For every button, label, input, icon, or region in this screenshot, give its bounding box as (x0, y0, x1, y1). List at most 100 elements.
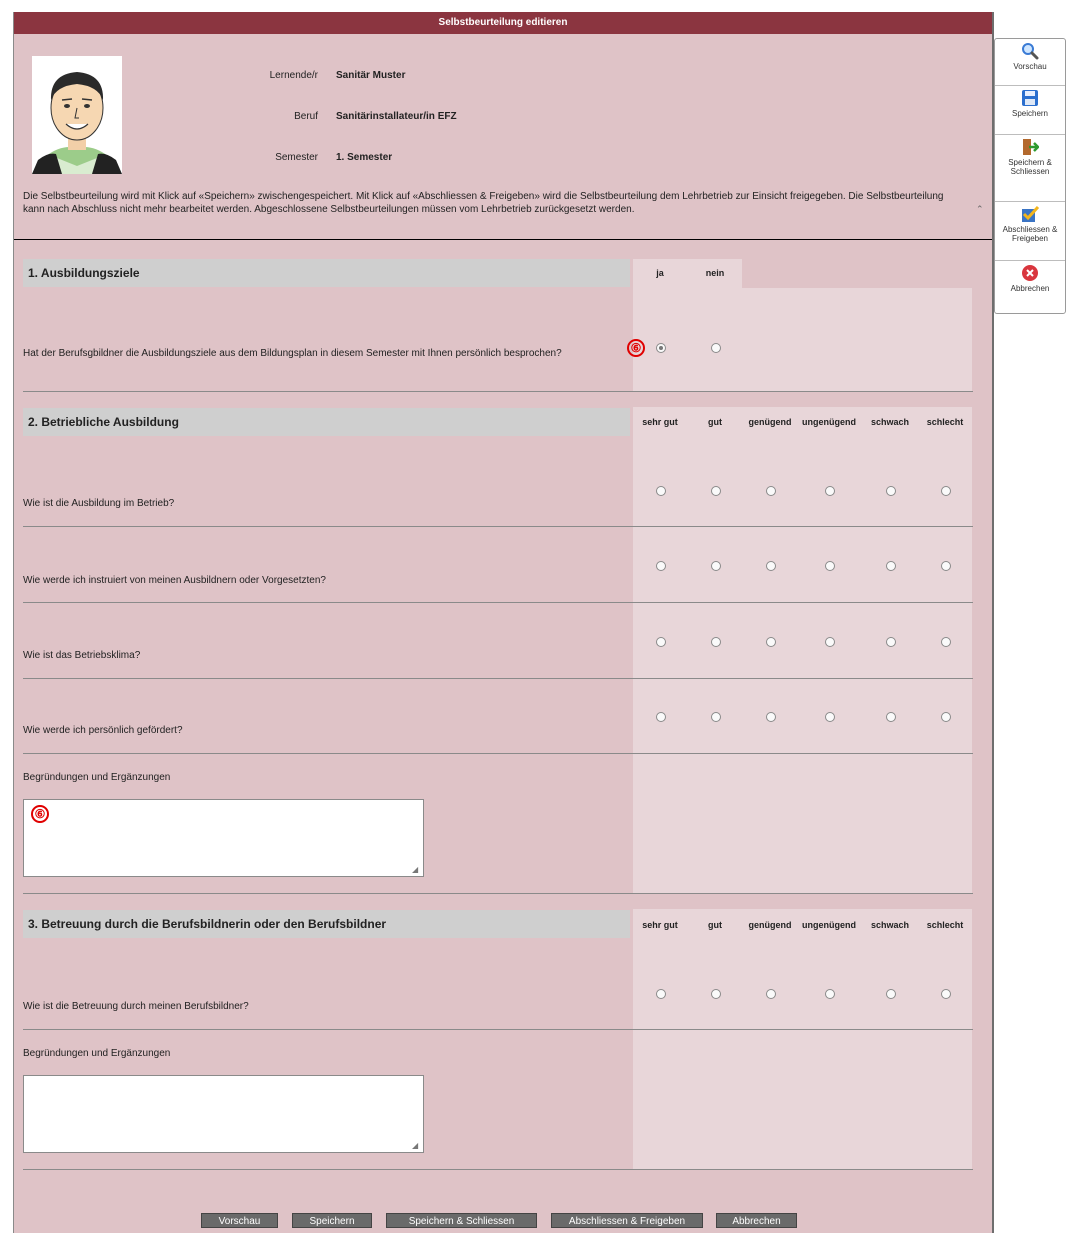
radio-gut[interactable] (711, 712, 721, 722)
learner-value: Sanitär Muster (336, 70, 406, 81)
radio-schwach[interactable] (886, 561, 896, 571)
radio-schlecht[interactable] (941, 989, 951, 999)
question-text: Wie ist die Betreuung durch meinen Beruf… (23, 1001, 249, 1012)
comment-textarea[interactable] (23, 1075, 424, 1153)
avatar (32, 56, 122, 174)
section-header-2: 2. Betriebliche Ausbildung (23, 408, 630, 436)
column-head: gut (708, 920, 722, 930)
column-head: sehr gut (642, 920, 678, 930)
save-button[interactable]: Speichern (292, 1213, 372, 1228)
radio-sehr-gut[interactable] (656, 712, 666, 722)
section-header-3: 3. Betreuung durch die Berufsbildnerin o… (23, 910, 630, 938)
radio-schwach[interactable] (886, 712, 896, 722)
radio-gut[interactable] (711, 637, 721, 647)
column-head: schwach (870, 920, 910, 930)
cancel-button[interactable]: Abbrechen (716, 1213, 797, 1228)
edit-form-window: Selbstbeurteilung editieren Lernende/r S… (13, 12, 994, 1233)
radio-nein[interactable] (711, 343, 721, 353)
row-divider (23, 391, 973, 392)
header-divider (14, 239, 992, 240)
radio-schlecht[interactable] (941, 712, 951, 722)
answer-column-bg (633, 407, 972, 893)
row-divider (23, 678, 973, 679)
window-title: Selbstbeurteilung editieren (14, 12, 992, 34)
radio-genuegend[interactable] (766, 486, 776, 496)
column-head: sehr gut (642, 417, 678, 427)
collapse-up-icon[interactable]: ⌃ (976, 204, 984, 215)
radio-ungenuegend[interactable] (825, 486, 835, 496)
finish-release-button[interactable]: Abschliessen & Freigeben (551, 1213, 703, 1228)
column-head: ja (656, 268, 664, 278)
floppy-disk-icon (1022, 90, 1038, 106)
cancel-circle-icon (1022, 265, 1038, 281)
section-header-1: 1. Ausbildungsziele (23, 259, 630, 287)
comment-label: Begründungen und Ergänzungen (23, 772, 171, 783)
radio-genuegend[interactable] (766, 712, 776, 722)
info-notice: Die Selbstbeurteilung wird mit Klick auf… (23, 191, 944, 215)
action-toolbar: Vorschau Speichern Speichern & Schliesse… (994, 38, 1066, 314)
row-divider (23, 1029, 973, 1030)
save-close-button[interactable]: Speichern & Schliessen (386, 1213, 537, 1228)
radio-schwach[interactable] (886, 637, 896, 647)
toolbar-label: Speichern (1011, 109, 1049, 118)
toolbar-label: Abschliessen & Freigeben (1002, 225, 1058, 243)
radio-genuegend[interactable] (766, 989, 776, 999)
radio-genuegend[interactable] (766, 561, 776, 571)
radio-schwach[interactable] (886, 989, 896, 999)
radio-schwach[interactable] (886, 486, 896, 496)
profession-value: Sanitärinstallateur/in EFZ (336, 111, 457, 122)
toolbar-save[interactable]: Speichern (995, 86, 1065, 135)
column-head: genügend (748, 417, 792, 427)
question-text: Wie ist die Ausbildung im Betrieb? (23, 498, 175, 509)
radio-sehr-gut[interactable] (656, 989, 666, 999)
radio-schlecht[interactable] (941, 486, 951, 496)
column-head: genügend (748, 920, 792, 930)
radio-sehr-gut[interactable] (656, 486, 666, 496)
toolbar-save-close[interactable]: Speichern & Schliessen (995, 135, 1065, 202)
question-text: Wie werde ich persönlich gefördert? (23, 725, 183, 736)
radio-gut[interactable] (711, 486, 721, 496)
comment-label: Begründungen und Ergänzungen (23, 1048, 171, 1059)
section-divider (23, 893, 973, 894)
radio-gut[interactable] (711, 561, 721, 571)
toolbar-label: Vorschau (1013, 62, 1047, 71)
section-divider (23, 1169, 973, 1170)
checkmark-document-icon (1022, 205, 1039, 222)
radio-schlecht[interactable] (941, 637, 951, 647)
radio-ungenuegend[interactable] (825, 561, 835, 571)
learner-label: Lernende/r (269, 70, 318, 81)
toolbar-preview[interactable]: Vorschau (995, 39, 1065, 86)
toolbar-finish-release[interactable]: Abschliessen & Freigeben (995, 202, 1065, 261)
radio-sehr-gut[interactable] (656, 561, 666, 571)
annotation-marker: ⑥ (31, 805, 49, 823)
semester-value: 1. Semester (336, 152, 393, 163)
comment-textarea[interactable] (23, 799, 424, 877)
radio-schlecht[interactable] (941, 561, 951, 571)
column-head: schlecht (926, 920, 964, 930)
column-head: gut (708, 417, 722, 427)
preview-button[interactable]: Vorschau (201, 1213, 278, 1228)
toolbar-label: Abbrechen (1010, 284, 1050, 293)
annotation-marker: ⑥ (627, 339, 645, 357)
column-head: schwach (870, 417, 910, 427)
question-text: Hat der Berufsgbildner die Ausbildungszi… (23, 348, 562, 359)
radio-genuegend[interactable] (766, 637, 776, 647)
column-head: schlecht (926, 417, 964, 427)
column-head: nein (705, 268, 725, 278)
answer-column-bg (633, 288, 972, 391)
semester-label: Semester (275, 152, 318, 163)
question-text: Wie ist das Betriebsklima? (23, 650, 141, 661)
radio-ungenuegend[interactable] (825, 712, 835, 722)
radio-gut[interactable] (711, 989, 721, 999)
toolbar-label: Speichern & Schliessen (1008, 158, 1052, 176)
radio-ja[interactable] (656, 343, 666, 353)
column-head: ungenügend (802, 920, 856, 930)
row-divider (23, 526, 973, 527)
radio-ungenuegend[interactable] (825, 989, 835, 999)
radio-ungenuegend[interactable] (825, 637, 835, 647)
toolbar-cancel[interactable]: Abbrechen (995, 261, 1065, 311)
row-divider (23, 602, 973, 603)
row-divider (23, 753, 973, 754)
radio-sehr-gut[interactable] (656, 637, 666, 647)
question-text: Wie werde ich instruiert von meinen Ausb… (23, 575, 326, 586)
